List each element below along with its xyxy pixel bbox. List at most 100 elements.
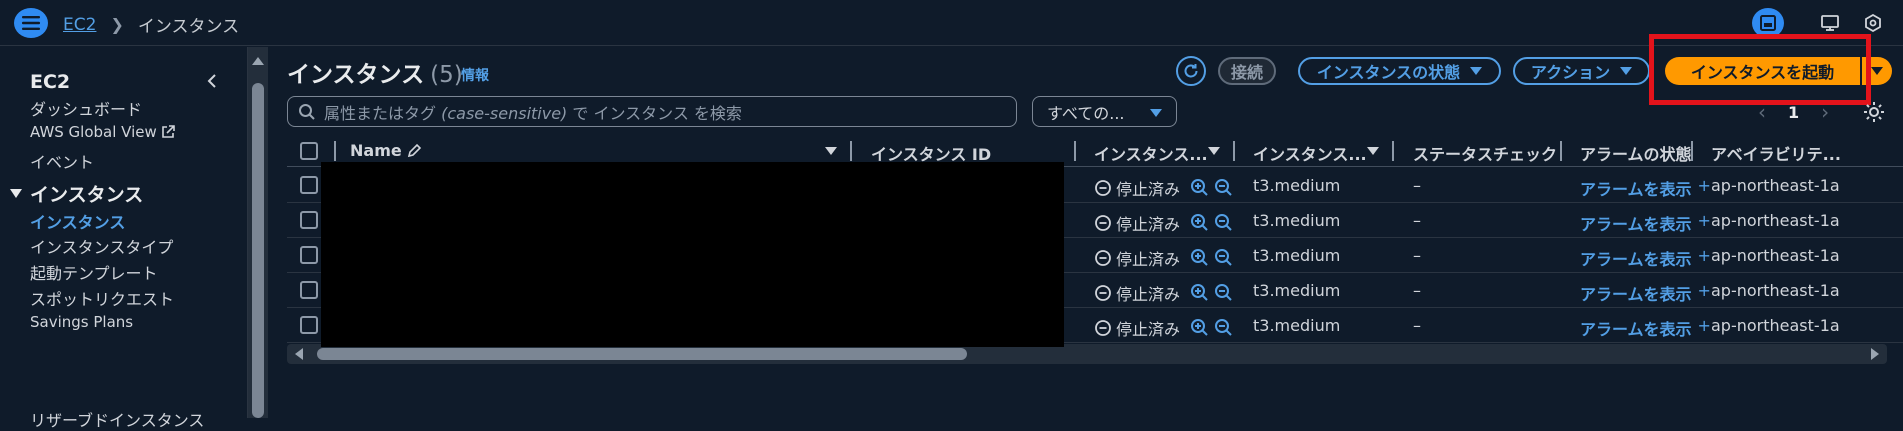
filter-state-select[interactable]: すべての... <box>1032 96 1177 127</box>
gear-icon[interactable] <box>1861 99 1887 125</box>
zoom-out-icon[interactable] <box>1214 178 1234 198</box>
external-link-icon <box>161 125 175 138</box>
plus-icon[interactable]: + <box>1698 316 1711 340</box>
column-divider <box>850 141 852 161</box>
plus-icon[interactable]: + <box>1698 281 1711 305</box>
previous-page-icon[interactable]: ‹ <box>1758 100 1766 124</box>
table-horizontal-scrollbar[interactable] <box>287 344 1887 364</box>
info-link[interactable]: 情報 <box>461 65 489 85</box>
search-placeholder-italic: (case-sensitive) <box>441 103 568 123</box>
search-input[interactable]: 属性またはタグ (case-sensitive) で インスタンス を検索 <box>287 96 1017 127</box>
view-alarms-link[interactable]: アラームを表示 <box>1580 281 1692 305</box>
sidebar-title: EC2 <box>30 71 71 93</box>
sidebar-section-instances[interactable]: インスタンス <box>10 180 143 207</box>
scrollbar-thumb[interactable] <box>252 83 264 418</box>
alarm-status-cell: アラームを表示 + <box>1580 281 1711 305</box>
zoom-in-icon[interactable] <box>1190 283 1210 303</box>
availability-zone-cell: ap-northeast-1a <box>1711 281 1840 300</box>
scroll-right-arrow-icon[interactable] <box>1871 348 1879 360</box>
view-alarms-link[interactable]: アラームを表示 <box>1580 316 1692 340</box>
caret-down-icon <box>1150 109 1162 117</box>
sort-caret-icon[interactable] <box>825 147 837 155</box>
row-checkbox[interactable] <box>300 246 318 264</box>
sidebar-item-instances[interactable]: インスタンス <box>30 209 125 233</box>
alarm-status-cell: アラームを表示 + <box>1580 316 1711 340</box>
zoom-in-icon[interactable] <box>1190 318 1210 338</box>
top-navigation-bar: EC2 ❯ インスタンス <box>0 0 1903 46</box>
view-alarms-link[interactable]: アラームを表示 <box>1580 176 1692 200</box>
sidebar-scrollbar[interactable] <box>248 47 268 418</box>
instance-type-cell: t3.medium <box>1253 176 1341 195</box>
actions-dropdown[interactable]: アクション <box>1513 57 1650 85</box>
column-divider <box>1233 141 1235 161</box>
row-checkbox[interactable] <box>300 176 318 194</box>
menu-button[interactable] <box>14 8 48 38</box>
chevron-left-icon <box>207 74 216 88</box>
column-header-status-check[interactable]: ステータスチェック <box>1413 141 1561 165</box>
status-check-cell: – <box>1413 176 1421 195</box>
column-divider <box>1691 141 1693 161</box>
column-header-availability-zone[interactable]: アベイラビリテ... <box>1711 141 1903 165</box>
instance-state-cell: 停止済み <box>1094 316 1234 340</box>
row-checkbox[interactable] <box>300 281 318 299</box>
scroll-up-arrow-icon[interactable] <box>252 57 264 65</box>
alarm-status-cell: アラームを表示 + <box>1580 246 1711 270</box>
alarm-status-cell: アラームを表示 + <box>1580 211 1711 235</box>
plus-icon[interactable]: + <box>1698 246 1711 270</box>
instance-state-cell: 停止済み <box>1094 176 1234 200</box>
stopped-icon <box>1095 320 1111 336</box>
instance-count: (5) <box>430 62 463 88</box>
scrollbar-thumb[interactable] <box>317 348 967 360</box>
column-header-instance-state[interactable]: インスタンス... <box>1094 141 1207 165</box>
stopped-icon <box>1095 215 1111 231</box>
sidebar-item-dashboard[interactable]: ダッシュボード <box>30 96 142 120</box>
zoom-out-icon[interactable] <box>1214 248 1234 268</box>
breadcrumb-ec2-link[interactable]: EC2 <box>63 15 96 35</box>
caret-down-icon <box>1871 67 1883 75</box>
row-checkbox[interactable] <box>300 316 318 334</box>
sidebar-item-savings-plans[interactable]: Savings Plans <box>30 313 133 331</box>
connect-button[interactable]: 接続 <box>1218 57 1276 85</box>
zoom-in-icon[interactable] <box>1190 248 1210 268</box>
filter-caret-icon[interactable] <box>1208 147 1220 155</box>
row-checkbox[interactable] <box>300 211 318 229</box>
status-check-cell: – <box>1413 281 1421 300</box>
instance-state-dropdown[interactable]: インスタンスの状態 <box>1298 57 1501 85</box>
chevron-right-icon: ❯ <box>110 15 124 34</box>
plus-icon[interactable]: + <box>1698 211 1711 235</box>
sidebar-item-reserved-instances[interactable]: リザーブドインスタンス <box>30 407 204 431</box>
column-header-alarm-status[interactable]: アラームの状態 <box>1580 141 1692 165</box>
current-page[interactable]: 1 <box>1788 103 1799 122</box>
instance-state-text: 停止済み <box>1116 180 1181 199</box>
actions-label: アクション <box>1530 63 1611 82</box>
sidebar-item-global-view[interactable]: AWS Global View <box>30 123 175 141</box>
scroll-left-arrow-icon[interactable] <box>295 348 303 360</box>
next-page-icon[interactable]: › <box>1821 100 1829 124</box>
sidebar-section-label: インスタンス <box>30 184 144 206</box>
zoom-out-icon[interactable] <box>1214 318 1234 338</box>
sidebar-item-spot-requests[interactable]: スポットリクエスト <box>30 286 174 310</box>
view-alarms-link[interactable]: アラームを表示 <box>1580 246 1692 270</box>
column-header-name[interactable]: Name <box>350 141 422 160</box>
zoom-out-icon[interactable] <box>1214 213 1234 233</box>
select-all-checkbox[interactable] <box>300 142 318 160</box>
plus-icon[interactable]: + <box>1698 176 1711 200</box>
view-alarms-link[interactable]: アラームを表示 <box>1580 211 1692 235</box>
column-header-instance-type[interactable]: インスタンス... <box>1253 141 1366 165</box>
zoom-in-icon[interactable] <box>1190 178 1210 198</box>
refresh-icon <box>1184 64 1198 78</box>
status-check-cell: – <box>1413 316 1421 335</box>
sidebar-collapse-button[interactable] <box>202 69 222 93</box>
zoom-out-icon[interactable] <box>1214 283 1234 303</box>
sidebar-item-events[interactable]: イベント <box>30 149 94 173</box>
search-placeholder-prefix: 属性またはタグ <box>324 103 437 123</box>
sidebar-item-instance-types[interactable]: インスタンスタイプ <box>30 234 173 258</box>
red-highlight-annotation <box>1649 34 1871 105</box>
refresh-button[interactable] <box>1176 56 1206 86</box>
zoom-in-icon[interactable] <box>1190 213 1210 233</box>
filter-caret-icon[interactable] <box>1367 147 1379 155</box>
stopped-icon <box>1095 285 1111 301</box>
availability-zone-cell: ap-northeast-1a <box>1711 176 1840 195</box>
instance-state-text: 停止済み <box>1116 285 1181 304</box>
sidebar-item-launch-templates[interactable]: 起動テンプレート <box>30 260 158 284</box>
